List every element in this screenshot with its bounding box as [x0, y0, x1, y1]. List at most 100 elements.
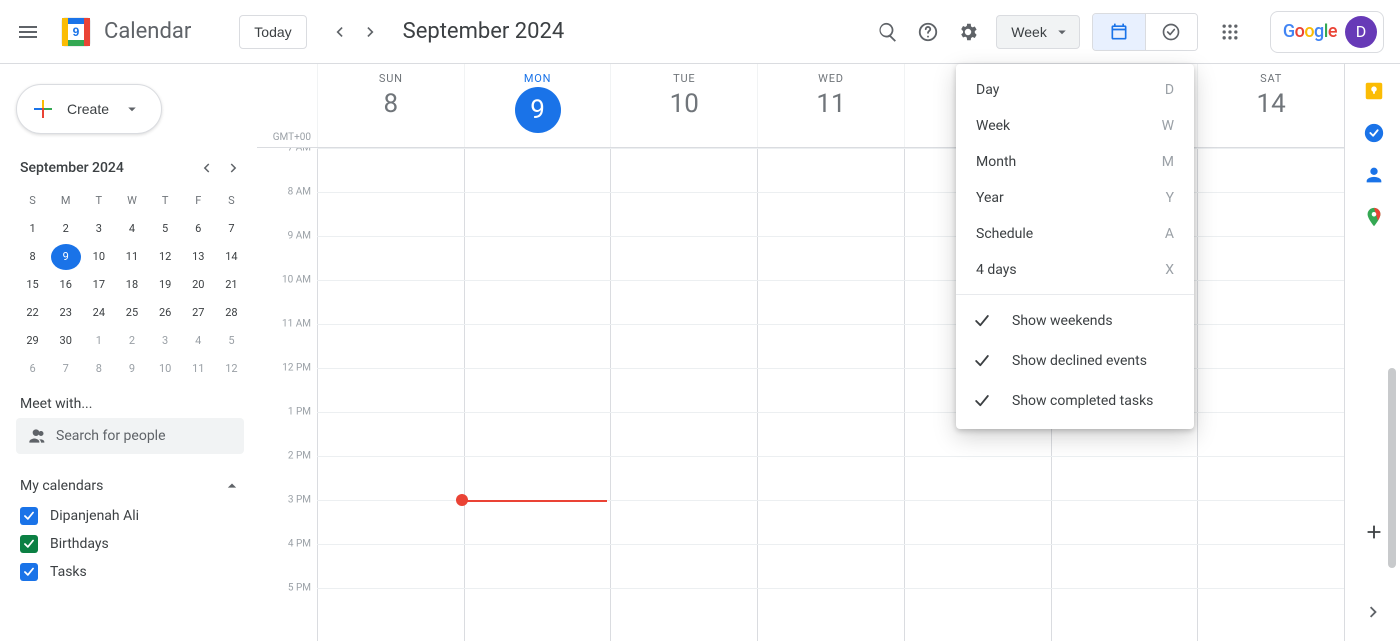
view-toggle[interactable]: Show completed tasks: [956, 381, 1194, 421]
mini-day[interactable]: 1: [84, 328, 114, 354]
mini-day[interactable]: 17: [84, 272, 114, 298]
mini-day[interactable]: 4: [183, 328, 213, 354]
contacts-app-icon[interactable]: [1363, 164, 1383, 184]
maps-app-icon[interactable]: [1363, 206, 1383, 226]
day-column[interactable]: [317, 148, 464, 641]
mini-day[interactable]: 7: [51, 356, 81, 382]
view-toggle[interactable]: Show declined events: [956, 341, 1194, 381]
calendar-checkbox[interactable]: [20, 535, 38, 553]
day-number[interactable]: 14: [1257, 89, 1286, 119]
mini-day[interactable]: 14: [216, 244, 246, 270]
mini-prev-month[interactable]: [192, 154, 220, 182]
mini-day[interactable]: 10: [150, 356, 180, 382]
mini-day[interactable]: 6: [183, 216, 213, 242]
mini-day[interactable]: 7: [216, 216, 246, 242]
mini-day[interactable]: 6: [18, 356, 48, 382]
mini-day[interactable]: 12: [216, 356, 246, 382]
get-addons-button[interactable]: [1363, 521, 1383, 541]
view-toggle-label: Show declined events: [1012, 353, 1147, 369]
day-number[interactable]: 10: [670, 89, 699, 119]
date-nav: [323, 16, 387, 48]
day-column[interactable]: [1197, 148, 1344, 641]
mini-day[interactable]: 13: [183, 244, 213, 270]
mini-day[interactable]: 8: [84, 356, 114, 382]
support-button[interactable]: [908, 12, 948, 52]
mini-day[interactable]: 11: [183, 356, 213, 382]
mini-day[interactable]: 3: [150, 328, 180, 354]
mini-day[interactable]: 8: [18, 244, 48, 270]
mini-day[interactable]: 18: [117, 272, 147, 298]
calendar-checkbox[interactable]: [20, 507, 38, 525]
prev-period-button[interactable]: [323, 16, 355, 48]
mini-day[interactable]: 2: [51, 216, 81, 242]
day-number[interactable]: 11: [816, 89, 845, 119]
google-apps-button[interactable]: [1210, 12, 1250, 52]
view-option[interactable]: WeekW: [956, 108, 1194, 144]
keep-app-icon[interactable]: [1363, 80, 1383, 100]
tasks-app-icon[interactable]: [1363, 122, 1383, 142]
view-option[interactable]: YearY: [956, 180, 1194, 216]
day-number[interactable]: 8: [384, 89, 399, 119]
mini-day[interactable]: 16: [51, 272, 81, 298]
day-column[interactable]: [757, 148, 904, 641]
day-column[interactable]: [610, 148, 757, 641]
calendar-panel-toggle[interactable]: [1093, 14, 1145, 50]
view-toggle[interactable]: Show weekends: [956, 301, 1194, 341]
mini-day[interactable]: 10: [84, 244, 114, 270]
mini-day[interactable]: 24: [84, 300, 114, 326]
day-column[interactable]: [464, 148, 611, 641]
mini-day[interactable]: 9: [117, 356, 147, 382]
day-header[interactable]: TUE10: [610, 64, 757, 147]
mini-day[interactable]: 1: [18, 216, 48, 242]
calendar-checkbox[interactable]: [20, 563, 38, 581]
settings-button[interactable]: [948, 12, 988, 52]
chevron-left-icon: [197, 159, 215, 177]
day-number[interactable]: 9: [515, 87, 561, 133]
mini-day[interactable]: 29: [18, 328, 48, 354]
mini-day[interactable]: 5: [216, 328, 246, 354]
main-menu-button[interactable]: [8, 12, 48, 52]
search-button[interactable]: [868, 12, 908, 52]
next-period-button[interactable]: [355, 16, 387, 48]
day-header[interactable]: SUN8: [317, 64, 464, 147]
view-option[interactable]: MonthM: [956, 144, 1194, 180]
mini-day[interactable]: 23: [51, 300, 81, 326]
mini-day[interactable]: 25: [117, 300, 147, 326]
mini-day[interactable]: 2: [117, 328, 147, 354]
search-people-input[interactable]: Search for people: [16, 418, 244, 454]
mini-next-month[interactable]: [220, 154, 248, 182]
day-header[interactable]: MON9: [464, 64, 611, 147]
mini-day[interactable]: 28: [216, 300, 246, 326]
google-account-chip[interactable]: Google D: [1270, 11, 1384, 53]
mini-day[interactable]: 11: [117, 244, 147, 270]
mini-day[interactable]: 19: [150, 272, 180, 298]
mini-day[interactable]: 12: [150, 244, 180, 270]
tasks-panel-toggle[interactable]: [1145, 14, 1197, 50]
create-button[interactable]: Create: [16, 84, 162, 134]
mini-day[interactable]: 26: [150, 300, 180, 326]
mini-day[interactable]: 15: [18, 272, 48, 298]
account-avatar[interactable]: D: [1345, 16, 1377, 48]
mini-day[interactable]: 21: [216, 272, 246, 298]
mini-day[interactable]: 27: [183, 300, 213, 326]
view-selector[interactable]: Week: [996, 15, 1080, 49]
collapse-side-panel[interactable]: [1363, 601, 1383, 621]
mini-day[interactable]: 20: [183, 272, 213, 298]
mini-day[interactable]: 5: [150, 216, 180, 242]
view-option[interactable]: 4 daysX: [956, 252, 1194, 288]
mini-day[interactable]: 22: [18, 300, 48, 326]
day-header[interactable]: WED11: [757, 64, 904, 147]
mini-day[interactable]: 30: [51, 328, 81, 354]
mini-day[interactable]: 4: [117, 216, 147, 242]
mini-calendar[interactable]: SMTWTFS123456789101112131415161718192021…: [12, 188, 252, 382]
mini-day[interactable]: 9: [51, 244, 81, 270]
calendar-item[interactable]: Dipanjenah Ali: [12, 502, 252, 530]
view-option[interactable]: ScheduleA: [956, 216, 1194, 252]
calendar-item[interactable]: Tasks: [12, 558, 252, 586]
my-calendars-toggle[interactable]: My calendars: [12, 470, 252, 502]
day-header[interactable]: SAT14: [1197, 64, 1344, 147]
calendar-item[interactable]: Birthdays: [12, 530, 252, 558]
mini-day[interactable]: 3: [84, 216, 114, 242]
view-option[interactable]: DayD: [956, 72, 1194, 108]
today-button[interactable]: Today: [239, 15, 306, 49]
